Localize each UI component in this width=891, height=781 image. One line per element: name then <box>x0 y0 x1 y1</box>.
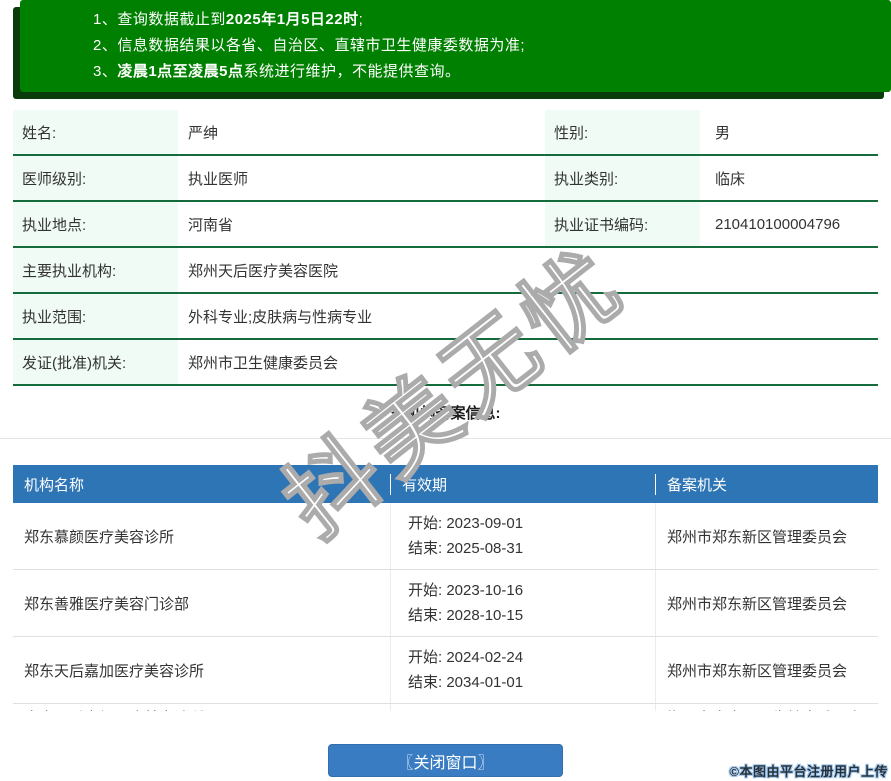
practice-category-value: 临床 <box>700 156 878 200</box>
validity-period: 开始: 2024-04-09 <box>390 704 655 711</box>
info-row-name-gender: 姓名: 严绅 性别: 男 <box>13 110 878 156</box>
practitioner-info-table: 姓名: 严绅 性别: 男 医师级别: 执业医师 执业类别: 临床 执业地点: 河… <box>13 110 878 386</box>
gender-label: 性别: <box>545 110 700 154</box>
column-header-validity: 有效期 <box>390 474 655 495</box>
practice-location-label: 执业地点: <box>13 202 178 246</box>
practice-scope-label: 执业范围: <box>13 294 178 338</box>
validity-period: 开始: 2023-10-16 结束: 2028-10-15 <box>390 570 655 636</box>
filing-row: 郑东善雅医疗美容门诊部 开始: 2023-10-16 结束: 2028-10-1… <box>13 570 878 637</box>
filing-row: 郑东天后嘉加医疗美容诊所 开始: 2024-02-24 结束: 2034-01-… <box>13 637 878 704</box>
filing-table-header: 机构名称 有效期 备案机关 <box>13 465 878 503</box>
institution-name: 郑东善雅医疗美容门诊部 <box>13 570 390 636</box>
institution-name: 郑东天后嘉加医疗美容诊所 <box>13 637 390 703</box>
notice-line-2: 2、信息数据结果以各省、自治区、直辖市卫生健康委数据为准; <box>93 33 876 59</box>
info-row-main-institution: 主要执业机构: 郑州天后医疗美容医院 <box>13 248 878 294</box>
divider <box>0 438 891 439</box>
filing-authority: 郑州市金水区卫生健康委员会 <box>655 704 878 711</box>
institution-name: 郑东慕颜医疗美容诊所 <box>13 503 390 569</box>
gender-value: 男 <box>700 110 878 154</box>
close-window-button[interactable]: 〖关闭窗口〗 <box>328 744 563 777</box>
doctor-level-value: 执业医师 <box>178 156 545 200</box>
notice-banner: 1、查询数据截止到2025年1月5日22时; 2、信息数据结果以各省、自治区、直… <box>20 0 891 92</box>
column-header-institution: 机构名称 <box>13 474 390 495</box>
validity-period: 开始: 2023-09-01 结束: 2025-08-31 <box>390 503 655 569</box>
practice-category-label: 执业类别: <box>545 156 700 200</box>
main-institution-value: 郑州天后医疗美容医院 <box>178 248 878 292</box>
filing-row: 郑东慕颜医疗美容诊所 开始: 2023-09-01 结束: 2025-08-31… <box>13 503 878 570</box>
name-label: 姓名: <box>13 110 178 154</box>
validity-period: 开始: 2024-02-24 结束: 2034-01-01 <box>390 637 655 703</box>
multi-institution-section-title: 多机构备案信息: <box>0 402 891 423</box>
practice-location-value: 河南省 <box>178 202 545 246</box>
doctor-level-label: 医师级别: <box>13 156 178 200</box>
filing-table: 机构名称 有效期 备案机关 郑东慕颜医疗美容诊所 开始: 2023-09-01 … <box>13 465 878 711</box>
notice-line-3: 3、凌晨1点至凌晨5点系统进行维护，不能提供查询。 <box>93 59 876 85</box>
info-row-location-certno: 执业地点: 河南省 执业证书编码: 210410100004796 <box>13 202 878 248</box>
certificate-number-value: 210410100004796 <box>700 202 878 246</box>
info-row-practice-scope: 执业范围: 外科专业;皮肤病与性病专业 <box>13 294 878 340</box>
name-value: 严绅 <box>178 110 545 154</box>
certificate-number-label: 执业证书编码: <box>545 202 700 246</box>
platform-attribution: ©本图由平台注册用户上传 <box>729 761 888 780</box>
practice-scope-value: 外科专业;皮肤病与性病专业 <box>178 294 878 338</box>
institution-name: 金水天后嘉加医疗美容诊所 <box>13 704 390 711</box>
column-header-filing-authority: 备案机关 <box>655 474 878 495</box>
issuing-authority-label: 发证(批准)机关: <box>13 340 178 384</box>
filing-row: 金水天后嘉加医疗美容诊所 开始: 2024-04-09 郑州市金水区卫生健康委员… <box>13 704 878 711</box>
main-institution-label: 主要执业机构: <box>13 248 178 292</box>
info-row-level-category: 医师级别: 执业医师 执业类别: 临床 <box>13 156 878 202</box>
info-row-issuing-authority: 发证(批准)机关: 郑州市卫生健康委员会 <box>13 340 878 386</box>
notice-line-1: 1、查询数据截止到2025年1月5日22时; <box>93 7 876 33</box>
filing-authority: 郑州市郑东新区管理委员会 <box>655 570 878 636</box>
issuing-authority-value: 郑州市卫生健康委员会 <box>178 340 878 384</box>
filing-authority: 郑州市郑东新区管理委员会 <box>655 503 878 569</box>
filing-authority: 郑州市郑东新区管理委员会 <box>655 637 878 703</box>
